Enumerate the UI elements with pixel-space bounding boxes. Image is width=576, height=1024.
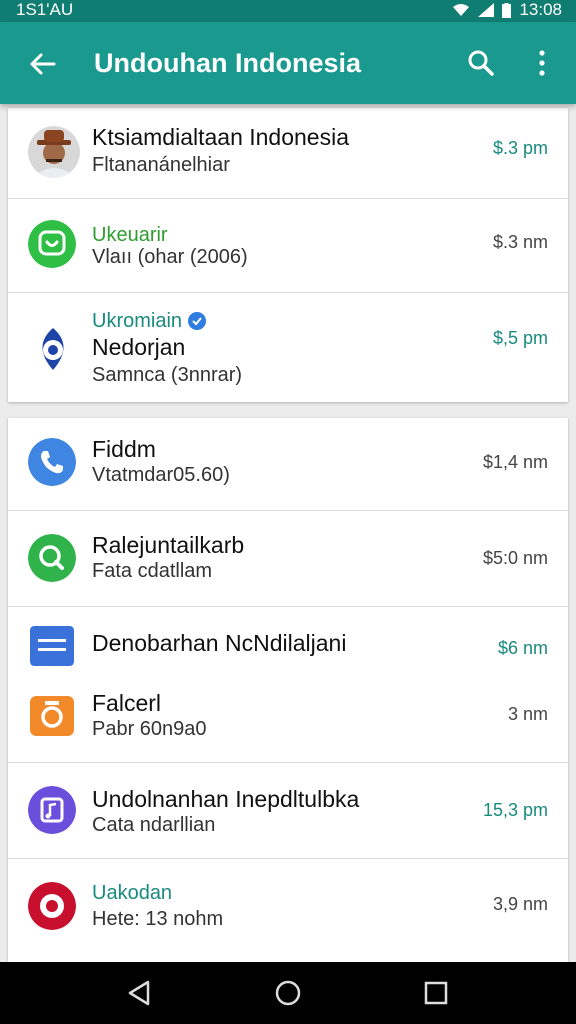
search-circle-icon [28, 534, 76, 582]
item-subtitle: Pabr 60n9a0 [92, 718, 207, 740]
item-time: $.3 nm [492, 232, 548, 252]
item-time: 15,3 pm [482, 800, 548, 820]
list-item[interactable]: Fiddm Vtatmdar05.60) $1,4 nm [8, 418, 568, 511]
search-icon[interactable] [466, 48, 496, 78]
phone-icon [28, 438, 76, 486]
more-vert-icon[interactable] [530, 48, 554, 78]
battery-icon [502, 2, 512, 18]
item-detail: Samnca (3nnrar) [92, 364, 243, 386]
wifi-icon [453, 4, 470, 16]
item-time: $1,4 nm [482, 452, 548, 472]
menu-icon [30, 626, 74, 666]
item-title: Falcerl [92, 690, 162, 716]
status-time: 13:08 [519, 0, 562, 19]
item-subtitle: Vtatmdar05.60) [92, 464, 230, 486]
list-item[interactable]: Ukromiain Nedorjan Samnca (3nnrar) $,5 p… [8, 292, 568, 402]
item-title: Ukeuarir [92, 224, 168, 246]
list-item[interactable]: Denobarhan NcNdilaljani $6 nm Falcerl Pa… [8, 606, 568, 763]
home-nav-icon[interactable] [273, 978, 303, 1008]
status-left-text: 1S1'AU [16, 0, 74, 19]
list-item[interactable]: Ralejuntailkarb Fata cdatllam $5:0 nm [8, 510, 568, 607]
item-time: $,5 pm [492, 328, 548, 348]
list-item[interactable]: Ktsiamdialtaan Indonesia Fltananánelhiar… [8, 108, 568, 199]
item-time: 3 nm [507, 704, 548, 724]
verified-badge-icon [188, 312, 206, 330]
app-bar: Undouhan Indonesia [0, 22, 576, 104]
item-title: Fiddm [92, 436, 156, 462]
item-title: Ktsiamdialtaan Indonesia [92, 124, 349, 150]
page-title: Undouhan Indonesia [94, 48, 361, 78]
recents-nav-icon[interactable] [421, 978, 451, 1008]
item-title: Undolnanhan Inepdltulbka [92, 786, 360, 812]
item-title: Ukromiain [92, 310, 183, 332]
navigation-bar [0, 962, 576, 1024]
item-subtitle: Fata cdatllam [92, 560, 213, 582]
item-time: 3,9 nm [492, 894, 548, 914]
item-time: $.3 pm [492, 138, 548, 158]
item-title: Uakodan [92, 882, 173, 904]
item-subtitle: Cata ndarllian [92, 814, 216, 836]
list-item[interactable]: Undolnanhan Inepdltulbka Cata ndarllian … [8, 762, 568, 859]
chat-card-1: Ktsiamdialtaan Indonesia Fltananánelhiar… [8, 108, 568, 402]
list-item[interactable]: Ukeuarir Vlaıı (ohar (2006) $.3 nm [8, 198, 568, 293]
whatsapp-icon [28, 220, 76, 268]
item-subtitle: Fltananánelhiar [92, 154, 230, 176]
camera-icon [30, 696, 74, 736]
status-bar: 1S1'AU 13:08 [0, 0, 576, 22]
item-time: $6 nm [497, 638, 548, 658]
status-icons: 13:08 [452, 0, 562, 20]
list-item[interactable]: Uakodan Hete: 13 nohm 3,9 nm [8, 858, 568, 962]
item-title: Denobarhan NcNdilaljani [92, 630, 347, 656]
chat-card-2: Fiddm Vtatmdar05.60) $1,4 nm Ralejuntail… [8, 418, 568, 962]
target-icon [28, 882, 76, 930]
item-title: Ralejuntailkarb [92, 532, 245, 558]
item-subtitle: Vlaıı (ohar (2006) [92, 246, 248, 268]
back-nav-icon[interactable] [124, 978, 154, 1008]
avatar [28, 126, 80, 178]
item-subtitle: Nedorjan [92, 334, 186, 360]
music-icon [28, 786, 76, 834]
arrow-left-icon[interactable] [26, 48, 58, 80]
signal-icon [478, 3, 495, 17]
eye-icon [42, 328, 64, 370]
item-time: $5:0 nm [482, 548, 548, 568]
item-subtitle: Hete: 13 nohm [92, 908, 224, 930]
